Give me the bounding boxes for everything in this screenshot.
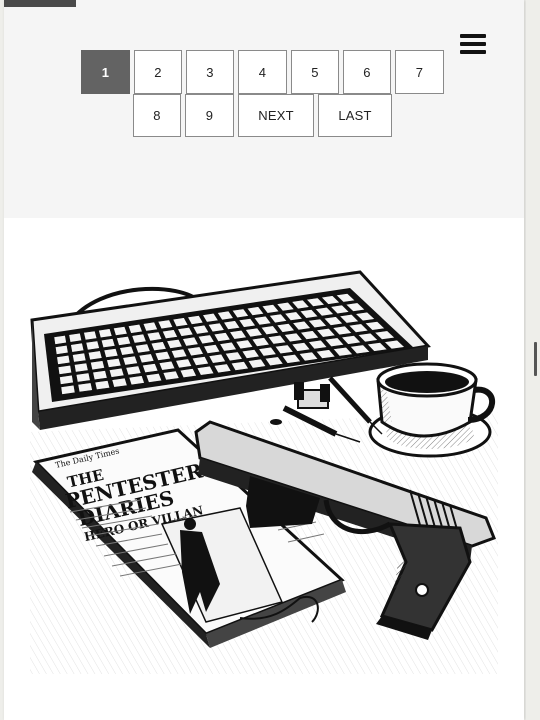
page-button-5[interactable]: 5: [291, 50, 339, 94]
keyboard-key: [122, 355, 139, 366]
keyboard-key: [119, 345, 135, 356]
page-button-1[interactable]: 1: [81, 50, 130, 94]
scrollbar-thumb[interactable]: [534, 342, 537, 376]
coffee-cup-drawing: [368, 362, 495, 458]
article-illustration: The Daily Times THE PENTESTER DIARIES HE…: [30, 262, 498, 674]
keyboard-key: [111, 377, 128, 388]
keyboard-key: [77, 382, 93, 393]
keyboard-key: [83, 330, 98, 341]
keyboard-key: [108, 367, 125, 378]
keyboard-key: [131, 333, 147, 344]
keyboard-key: [87, 350, 103, 361]
keyboard-key: [53, 334, 67, 345]
page-button-2[interactable]: 2: [134, 50, 182, 94]
keyboard-key: [103, 348, 119, 358]
keyboard-key: [92, 370, 108, 381]
keyboard-key: [98, 328, 113, 339]
page-button-7[interactable]: 7: [395, 50, 444, 94]
keyboard-key: [141, 363, 159, 374]
keyboard-key: [75, 372, 91, 383]
keyboard-key: [70, 342, 85, 353]
keyboard-key: [100, 338, 116, 349]
keyboard-key: [134, 343, 151, 354]
keyboard-drawing: [30, 270, 431, 430]
last-page-button[interactable]: LAST: [318, 94, 392, 137]
keyboard-key: [128, 375, 145, 386]
keyboard-key: [85, 340, 100, 351]
page-button-3[interactable]: 3: [186, 50, 234, 94]
keyboard-key: [57, 364, 73, 375]
page-button-4[interactable]: 4: [238, 50, 287, 94]
scrollbar-track[interactable]: [526, 0, 540, 720]
keyboard-key: [106, 357, 122, 368]
page-button-6[interactable]: 6: [343, 50, 391, 94]
keyboard-key: [59, 374, 74, 385]
keyboard-key: [56, 354, 71, 365]
illustration-drawing: The Daily Times THE PENTESTER DIARIES HE…: [30, 270, 498, 674]
keyboard-key: [158, 360, 176, 371]
keyboard-key: [138, 353, 155, 364]
keyboard-key: [162, 370, 180, 381]
next-page-button[interactable]: NEXT: [238, 94, 314, 137]
keyboard-key: [145, 372, 163, 383]
keyboard-key: [90, 360, 105, 371]
page-button-8[interactable]: 8: [133, 94, 181, 137]
keyboard-key: [54, 344, 69, 355]
keyboard-key: [72, 352, 87, 363]
page-button-9[interactable]: 9: [185, 94, 234, 137]
hamburger-menu-icon[interactable]: [460, 34, 486, 56]
keyboard-key: [68, 332, 83, 343]
keyboard-key: [60, 384, 76, 395]
keyboard-key: [127, 323, 143, 334]
top-accent-bar: [4, 0, 76, 7]
keyboard-key: [73, 362, 89, 373]
keyboard-key: [113, 326, 128, 336]
keyboard-key: [116, 335, 132, 346]
keyboard-key: [125, 365, 142, 376]
keyboard-key: [94, 380, 111, 391]
